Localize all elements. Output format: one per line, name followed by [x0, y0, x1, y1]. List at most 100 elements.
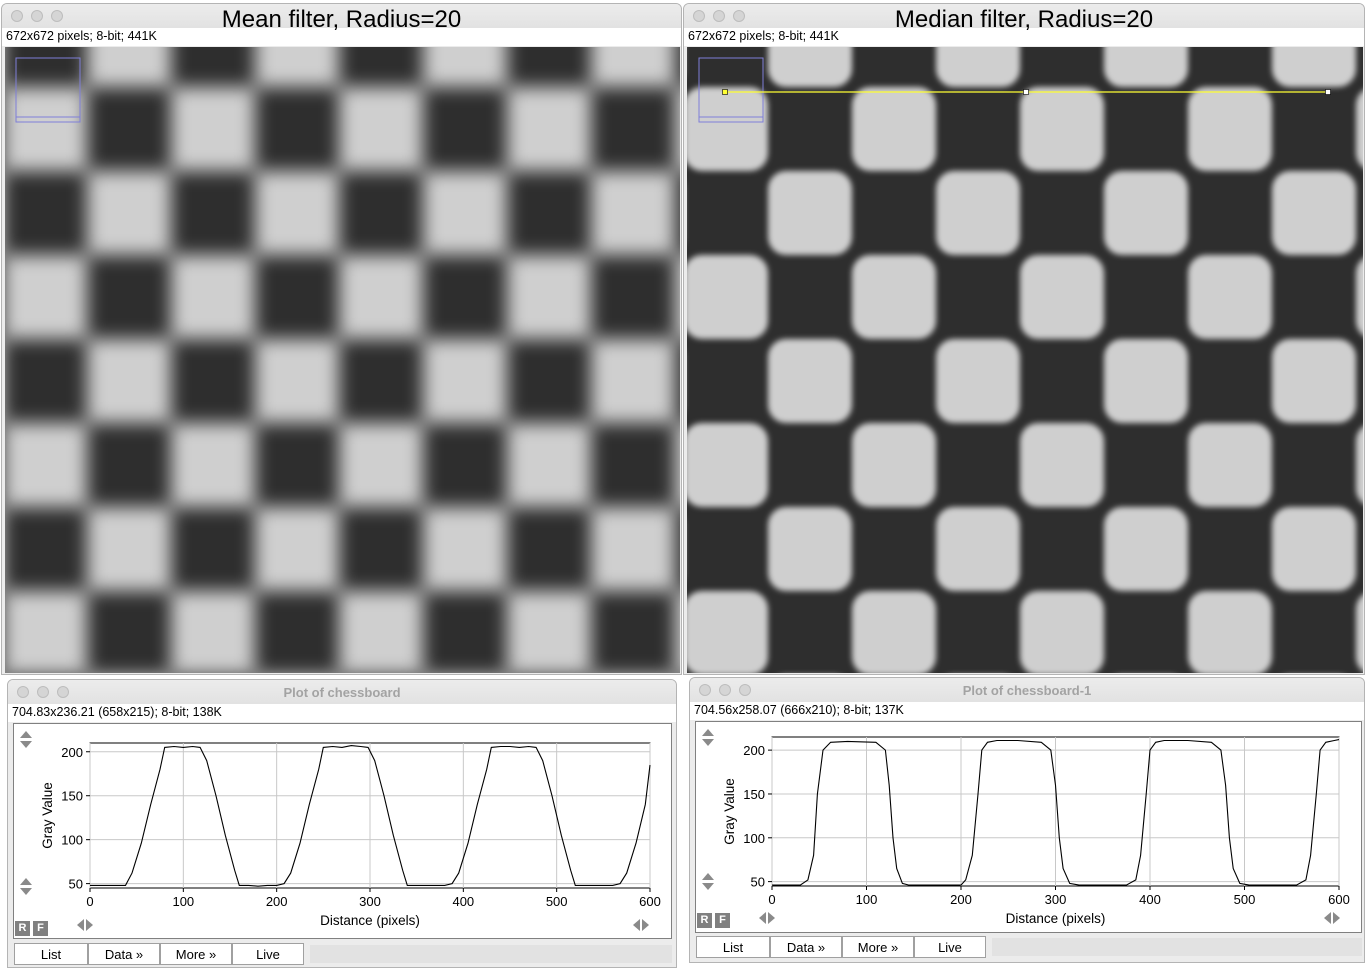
zoom-down-icon[interactable]: [702, 739, 714, 746]
x-tick-label: 0: [86, 894, 93, 909]
x-scroll-left-icon[interactable]: [1324, 912, 1331, 924]
zoom-up-icon[interactable]: [702, 729, 714, 736]
light-square: [1272, 171, 1356, 255]
light-square: [87, 339, 171, 423]
plot-button-bar: List Data » More » Live: [696, 936, 1362, 958]
light-square: [339, 591, 423, 673]
y-tick-label: 150: [61, 789, 83, 804]
light-square: [423, 339, 507, 423]
light-square: [591, 171, 675, 255]
line-end-handle[interactable]: [1325, 89, 1331, 95]
window-title: Plot of chessboard-1: [962, 683, 1092, 698]
x-axis-label: Distance (pixels): [320, 913, 420, 928]
x-tick-label: 0: [768, 892, 775, 907]
chessboard-mean-image[interactable]: [5, 47, 680, 673]
reset-range-button[interactable]: R: [697, 913, 712, 928]
list-button[interactable]: List: [696, 936, 770, 958]
light-square: [768, 47, 852, 87]
y-scroll-up-icon[interactable]: [702, 873, 714, 880]
window-titlebar[interactable]: Mean filter, Radius=20: [2, 4, 681, 33]
x-scroll-right-icon[interactable]: [768, 912, 775, 924]
status-area: [992, 938, 1362, 956]
profile-plot[interactable]: 0 100 200 300 400 500 600 50 100 150 200 Distance (…: [14, 724, 671, 938]
light-square: [339, 87, 423, 171]
reset-range-button[interactable]: R: [15, 921, 30, 936]
x-scroll-left-icon[interactable]: [77, 919, 84, 931]
light-square: [507, 255, 591, 339]
plot-area[interactable]: 0 100 200 300 400 500 600 50 100 150 200 Distance (…: [13, 723, 672, 939]
live-button[interactable]: Live: [914, 936, 986, 958]
window-titlebar[interactable]: Plot of chessboard-1: [690, 678, 1364, 702]
zoom-up-icon[interactable]: [20, 731, 32, 738]
x-scroll-right-icon[interactable]: [642, 919, 649, 931]
x-scroll-right-icon[interactable]: [1333, 912, 1340, 924]
chessboard-median-image[interactable]: [687, 47, 1363, 673]
light-square: [1104, 507, 1188, 591]
light-square: [936, 47, 1020, 87]
light-square: [1188, 87, 1272, 171]
light-square: [1272, 47, 1356, 87]
light-square: [87, 47, 171, 87]
light-square: [339, 255, 423, 339]
light-square: [255, 47, 339, 87]
image-canvas[interactable]: [5, 47, 680, 673]
light-square: [5, 423, 87, 507]
light-square: [255, 171, 339, 255]
x-tick-label: 300: [359, 894, 381, 909]
line-mid-handle[interactable]: [1023, 89, 1029, 95]
light-square: [1104, 47, 1188, 87]
image-canvas[interactable]: [687, 47, 1363, 673]
light-square: [852, 423, 936, 507]
light-square: [1188, 423, 1272, 507]
data-button[interactable]: Data »: [770, 936, 842, 958]
light-square: [1104, 339, 1188, 423]
window-titlebar[interactable]: Median filter, Radius=20: [684, 4, 1364, 33]
window-titlebar[interactable]: Plot of chessboard: [8, 680, 676, 704]
light-square: [675, 591, 680, 673]
y-scroll-up-icon[interactable]: [20, 878, 32, 885]
y-axis-label: Gray Value: [40, 782, 55, 849]
x-tick-label: 600: [1328, 892, 1350, 907]
light-square: [687, 255, 768, 339]
light-square: [852, 87, 936, 171]
y-scroll-down-icon[interactable]: [702, 883, 714, 890]
light-square: [255, 507, 339, 591]
light-square: [507, 591, 591, 673]
line-start-handle[interactable]: [722, 89, 728, 95]
plot-area[interactable]: 0 100 200 300 400 500 600 50 100 150 200 Distance (…: [695, 721, 1362, 933]
list-button[interactable]: List: [14, 943, 88, 965]
full-range-button[interactable]: F: [715, 913, 730, 928]
x-scroll-left-icon[interactable]: [633, 919, 640, 931]
zoom-down-icon[interactable]: [20, 741, 32, 748]
more-button[interactable]: More »: [842, 936, 914, 958]
light-square: [852, 591, 936, 673]
light-square: [1272, 507, 1356, 591]
x-tick-label: 500: [1234, 892, 1256, 907]
live-button[interactable]: Live: [232, 943, 304, 965]
light-square: [936, 339, 1020, 423]
profile-plot[interactable]: 0 100 200 300 400 500 600 50 100 150 200 Distance (…: [696, 722, 1361, 932]
image-title: Mean filter, Radius=20: [221, 6, 462, 33]
light-square: [1104, 171, 1188, 255]
status-area: [310, 945, 672, 963]
light-square: [1356, 258, 1363, 336]
light-square: [1356, 594, 1363, 672]
data-button[interactable]: Data »: [88, 943, 160, 965]
y-scroll-down-icon[interactable]: [20, 888, 32, 895]
light-square: [768, 339, 852, 423]
y-tick-label: 150: [743, 787, 765, 802]
light-square: [936, 171, 1020, 255]
light-square: [171, 591, 255, 673]
light-square: [852, 255, 936, 339]
light-square: [1020, 591, 1104, 673]
full-range-button[interactable]: F: [33, 921, 48, 936]
more-button[interactable]: More »: [160, 943, 232, 965]
image-title: Median filter, Radius=20: [894, 6, 1154, 33]
light-square: [507, 87, 591, 171]
window-title: Plot of chessboard: [283, 685, 401, 700]
x-scroll-left-icon[interactable]: [759, 912, 766, 924]
light-square: [768, 171, 852, 255]
light-square: [423, 47, 507, 87]
light-square: [1188, 591, 1272, 673]
x-scroll-right-icon[interactable]: [86, 919, 93, 931]
